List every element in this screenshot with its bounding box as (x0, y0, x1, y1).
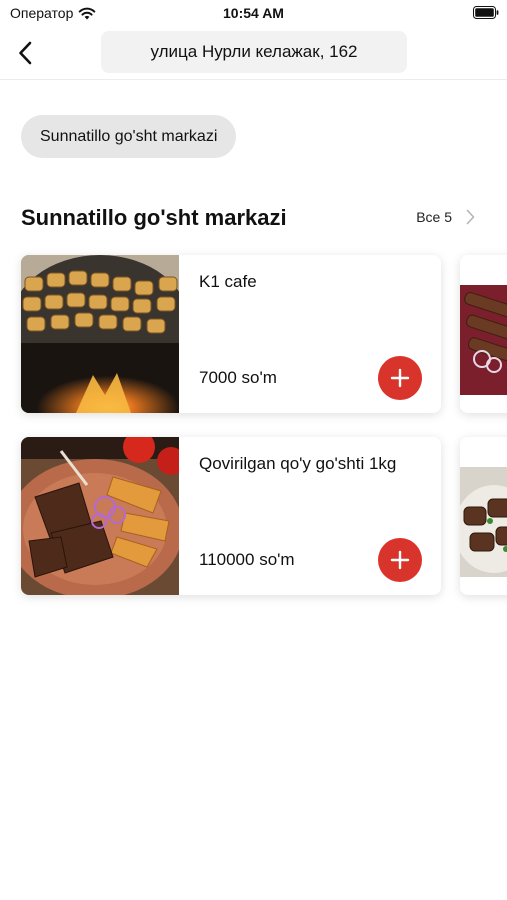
add-to-cart-button[interactable] (378, 538, 422, 582)
section-title: Sunnatillo go'sht markazi (21, 205, 287, 230)
product-price: 7000 so'm (199, 368, 277, 387)
plus-icon (390, 550, 410, 570)
see-all-link[interactable]: Все 5 (416, 209, 475, 225)
product-card-peek[interactable] (460, 255, 507, 413)
product-card-peek[interactable] (460, 437, 507, 595)
address-selector[interactable]: улица Нурли келажак, 162 (101, 31, 407, 73)
status-bar: Оператор 10:54 AM (0, 0, 507, 28)
product-image (21, 255, 179, 413)
chevron-right-icon (466, 209, 475, 225)
nav-bar: улица Нурли келажак, 162 (0, 28, 507, 80)
status-time: 10:54 AM (223, 5, 284, 21)
product-price: 110000 so'm (199, 550, 295, 569)
add-to-cart-button[interactable] (378, 356, 422, 400)
shop-filter-chip[interactable]: Sunnatillo go'sht markazi (21, 115, 237, 158)
chevron-left-icon (19, 41, 32, 65)
product-name: Qovirilgan qo'y go'shti 1kg (199, 454, 397, 473)
product-card[interactable]: Qovirilgan qo'y go'shti 1kg 110000 so'm (21, 437, 441, 595)
product-image (460, 255, 507, 413)
product-card[interactable]: K1 cafe 7000 so'm (21, 255, 441, 413)
battery-icon (473, 6, 499, 19)
product-name: K1 cafe (199, 272, 257, 291)
product-image (21, 437, 179, 595)
plus-icon (390, 368, 410, 388)
back-button[interactable] (8, 36, 42, 70)
see-all-label: Все 5 (416, 209, 452, 225)
product-image (460, 437, 507, 595)
